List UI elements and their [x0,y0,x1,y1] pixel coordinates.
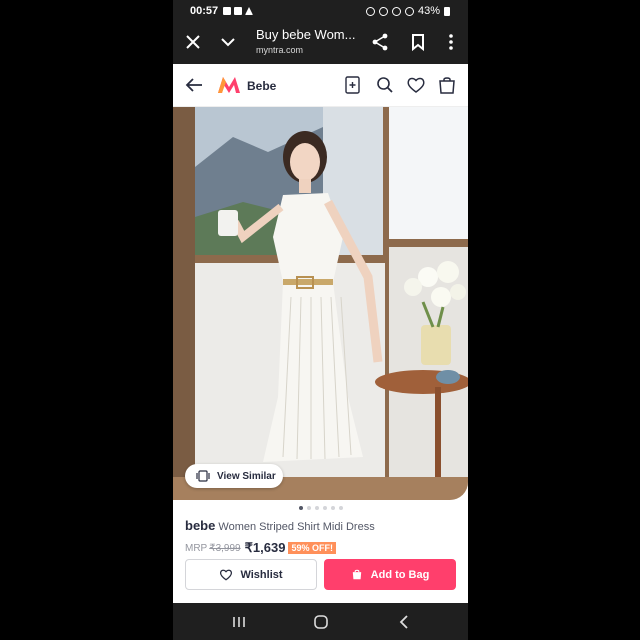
mrp-label: MRP [185,542,208,554]
status-time: 00:57 [190,5,219,17]
alarm-icon [378,6,388,16]
app-header: Bebe [173,64,468,107]
status-right: 43% [365,5,450,17]
add-to-bag-label: Add to Bag [370,568,430,581]
mrp-value: ₹3,999 [209,542,241,554]
linkedin-notification-icon [234,7,243,15]
bag-icon[interactable] [437,75,457,95]
telegram-notification-icon [245,7,254,15]
discount-badge: 59% OFF! [288,542,336,554]
signal-icon [404,6,414,16]
heart-icon [220,569,233,581]
price-row: MRP ₹3,999 ₹1,639 59% OFF! [185,540,336,556]
heart-icon[interactable] [406,75,426,95]
search-icon[interactable] [375,75,395,95]
bluetooth-icon [365,6,375,16]
browser-toolbar: Buy bebe Wom... myntra.com [173,22,468,64]
product-image[interactable]: View Similar [173,107,468,500]
add-to-home-icon[interactable] [343,75,363,95]
system-nav-bar [173,603,468,640]
carousel-dot[interactable] [314,506,319,510]
browser-url: myntra.com [256,45,304,55]
view-similar-button[interactable]: View Similar [185,464,283,488]
notification-icons [223,7,254,15]
selling-price: ₹1,639 [244,540,286,555]
carousel-dot[interactable] [298,506,303,510]
product-title: bebe Women Striped Shirt Midi Dress [185,518,375,533]
bag-icon [352,569,361,580]
wishlist-button[interactable]: Wishlist [185,559,317,590]
chevron-down-icon[interactable] [218,32,238,52]
myntra-logo[interactable] [217,76,241,94]
battery-percent: 43% [417,5,440,17]
add-to-bag-button[interactable]: Add to Bag [324,559,456,590]
product-name: Women Striped Shirt Midi Dress [218,521,375,533]
carousel-dot[interactable] [306,506,311,510]
carousel-dot[interactable] [330,506,335,510]
status-bar: 00:57 43% [173,0,468,22]
recent-apps-icon[interactable] [229,613,249,631]
carousel-dot[interactable] [322,506,327,510]
share-icon[interactable] [370,32,390,52]
carousel-dot[interactable] [338,506,343,510]
home-icon[interactable] [311,613,331,631]
gallery-notification-icon [223,7,232,15]
back-arrow-icon[interactable] [183,74,205,96]
product-brand: bebe [185,518,216,533]
product-photo [173,107,468,500]
more-options-icon[interactable] [441,32,461,52]
wifi-icon [391,6,401,16]
phone-screen: 00:57 43% Buy bebe Wom... myntra.com Beb… [173,0,468,640]
bookmark-icon[interactable] [408,32,428,52]
close-icon[interactable] [183,32,203,52]
view-similar-label: View Similar [217,470,276,482]
view-similar-icon [196,470,210,482]
back-icon[interactable] [394,613,414,631]
browser-page-title: Buy bebe Wom... [256,27,356,42]
battery-icon [444,6,450,16]
carousel-indicator [173,506,468,510]
browser-title-block[interactable]: Buy bebe Wom... myntra.com [256,27,376,55]
wishlist-label: Wishlist [240,568,283,581]
header-brand-title: Bebe [247,79,277,93]
